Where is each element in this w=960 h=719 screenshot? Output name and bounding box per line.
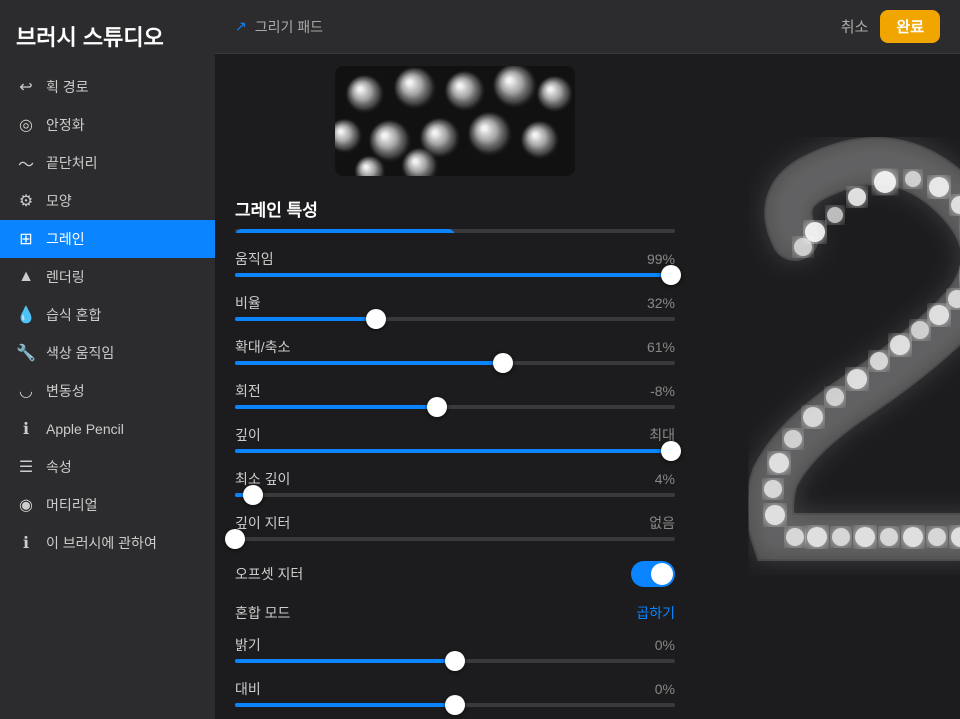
sidebar-label-stroke-path: 획 경로 [46, 77, 89, 97]
variation-icon: ◡ [16, 381, 36, 401]
apple-pencil-icon: ℹ [16, 419, 36, 439]
tab-motion[interactable]: ⊞ 동선 [235, 229, 455, 233]
blend-mode-row: 혼합 모드 곱하기 [215, 595, 695, 631]
sidebar-label-end-treatment: 끝단처리 [46, 153, 98, 173]
grain-section-title: 그레인 특성 [215, 184, 695, 229]
sidebar-item-stroke-path[interactable]: ↩ 획 경로 [0, 68, 215, 106]
scale-label: 확대/축소 [235, 337, 290, 357]
app-title: 브러시 스튜디오 [0, 0, 215, 68]
offset-jitter-row: 오프셋 지터 [215, 553, 695, 595]
topbar-left: ↗ 그리기 패드 [235, 17, 323, 37]
rotation-track[interactable] [235, 405, 675, 409]
ratio-slider-row: 비율 32% [215, 289, 695, 333]
min-depth-slider-row: 최소 깊이 4% [215, 465, 695, 509]
color-dynamics-icon: 🔧 [16, 343, 36, 363]
ratio-track[interactable] [235, 317, 675, 321]
scale-value: 61% [647, 339, 675, 355]
sidebar-item-grain[interactable]: ⊞ 그레인 [0, 220, 215, 258]
min-depth-value: 4% [655, 471, 675, 487]
depth-jitter-slider-row: 깊이 지터 없음 [215, 509, 695, 553]
right-panel [695, 54, 960, 719]
sidebar-label-wet-mix: 습식 혼합 [46, 305, 101, 325]
sidebar-item-material[interactable]: ◉ 머티리얼 [0, 486, 215, 524]
contrast-slider-row: 대비 0% [215, 675, 695, 719]
depth-jitter-track[interactable] [235, 537, 675, 541]
material-icon: ◉ [16, 495, 36, 515]
rotation-label: 회전 [235, 381, 261, 401]
sidebar-label-rendering: 렌더링 [46, 267, 85, 287]
brightness-value: 0% [655, 637, 675, 653]
depth-slider-row: 깊이 최대 [215, 421, 695, 465]
stabilization-icon: ◎ [16, 115, 36, 135]
cancel-button[interactable]: 취소 [841, 16, 869, 37]
brightness-label: 밝기 [235, 635, 261, 655]
depth-jitter-value: 없음 [649, 513, 675, 533]
sidebar-label-variation: 변동성 [46, 381, 85, 401]
end-treatment-icon: 〜 [16, 153, 36, 173]
sidebar-item-variation[interactable]: ◡ 변동성 [0, 372, 215, 410]
left-panel: 그레인 특성 ⊞ 동선 ⊞ 텍스처화 움직임 99% [215, 54, 695, 719]
topbar: ↗ 그리기 패드 취소 완료 [215, 0, 960, 54]
movement-track[interactable] [235, 273, 675, 277]
drawing-pad-icon: ↗ [235, 18, 247, 35]
sidebar-label-properties: 속성 [46, 457, 72, 477]
topbar-right: 취소 완료 [841, 10, 940, 43]
rendering-icon: ▲ [16, 267, 36, 287]
ratio-label: 비율 [235, 293, 261, 313]
sidebar-label-material: 머티리얼 [46, 495, 98, 515]
tab-texturize[interactable]: ⊞ 텍스처화 [455, 229, 675, 233]
contrast-label: 대비 [235, 679, 261, 699]
stroke-path-icon: ↩ [16, 77, 36, 97]
depth-track[interactable] [235, 449, 675, 453]
sidebar-item-color-dynamics[interactable]: 🔧 색상 움직임 [0, 334, 215, 372]
min-depth-track[interactable] [235, 493, 675, 497]
sidebar-item-properties[interactable]: ☰ 속성 [0, 448, 215, 486]
scale-track[interactable] [235, 361, 675, 365]
brightness-track[interactable] [235, 659, 675, 663]
properties-icon: ☰ [16, 457, 36, 477]
offset-jitter-label: 오프셋 지터 [235, 564, 303, 584]
sidebar-label-about: 이 브러시에 관하여 [46, 533, 157, 553]
grain-icon: ⊞ [16, 229, 36, 249]
rotation-slider-row: 회전 -8% [215, 377, 695, 421]
sidebar-label-apple-pencil: Apple Pencil [46, 421, 124, 437]
brightness-slider-row: 밝기 0% [215, 631, 695, 675]
grain-preview [335, 66, 575, 176]
sidebar-item-rendering[interactable]: ▲ 렌더링 [0, 258, 215, 296]
depth-label: 깊이 [235, 425, 261, 445]
sidebar-item-end-treatment[interactable]: 〜 끝단처리 [0, 144, 215, 182]
sidebar: 브러시 스튜디오 ↩ 획 경로 ◎ 안정화 〜 끝단처리 ⚙ 모양 ⊞ 그레인 … [0, 0, 215, 719]
content-area: 그레인 특성 ⊞ 동선 ⊞ 텍스처화 움직임 99% [215, 54, 960, 719]
rotation-value: -8% [650, 383, 675, 399]
shape-icon: ⚙ [16, 191, 36, 211]
ratio-value: 32% [647, 295, 675, 311]
sidebar-label-stabilization: 안정화 [46, 115, 85, 135]
scale-slider-row: 확대/축소 61% [215, 333, 695, 377]
movement-label: 움직임 [235, 249, 274, 269]
offset-jitter-knob [651, 563, 673, 585]
sidebar-label-color-dynamics: 색상 움직임 [46, 343, 114, 363]
sidebar-item-shape[interactable]: ⚙ 모양 [0, 182, 215, 220]
about-icon: ℹ [16, 533, 36, 553]
sidebar-label-shape: 모양 [46, 191, 72, 211]
sidebar-label-grain: 그레인 [46, 229, 85, 249]
sidebar-item-wet-mix[interactable]: 💧 습식 혼합 [0, 296, 215, 334]
sidebar-item-about[interactable]: ℹ 이 브러시에 관하여 [0, 524, 215, 562]
done-button[interactable]: 완료 [880, 10, 940, 43]
min-depth-label: 최소 깊이 [235, 469, 290, 489]
drawing-pad-label: 그리기 패드 [255, 17, 323, 37]
depth-jitter-label: 깊이 지터 [235, 513, 290, 533]
grain-tabs: ⊞ 동선 ⊞ 텍스처화 [235, 229, 675, 233]
blend-mode-value[interactable]: 곱하기 [636, 603, 675, 623]
wet-mix-icon: 💧 [16, 305, 36, 325]
movement-slider-row: 움직임 99% [215, 245, 695, 289]
main-panel: ↗ 그리기 패드 취소 완료 그레인 특성 ⊞ 동선 [215, 0, 960, 719]
offset-jitter-toggle[interactable] [631, 561, 675, 587]
sidebar-item-apple-pencil[interactable]: ℹ Apple Pencil [0, 410, 215, 448]
contrast-track[interactable] [235, 703, 675, 707]
sidebar-item-stabilization[interactable]: ◎ 안정화 [0, 106, 215, 144]
contrast-value: 0% [655, 681, 675, 697]
stroke-preview-svg [695, 137, 960, 637]
blend-mode-label: 혼합 모드 [235, 603, 290, 623]
